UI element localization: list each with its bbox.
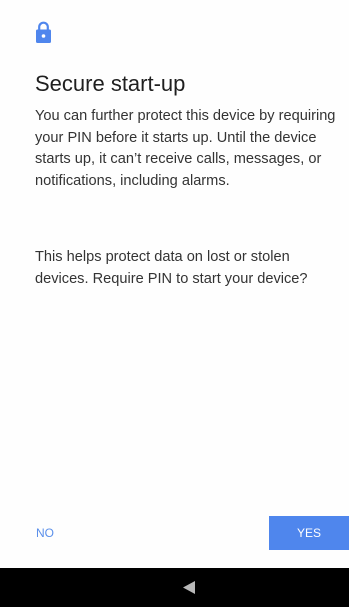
secure-startup-screen: Secure start-up You can further protect … — [0, 0, 349, 607]
question-paragraph: This helps protect data on lost or stole… — [35, 249, 308, 287]
back-icon[interactable] — [183, 581, 195, 594]
no-button[interactable]: NO — [24, 516, 66, 550]
lock-icon — [36, 21, 51, 43]
page-title: Secure start-up — [35, 71, 186, 96]
description-paragraph: You can further protect this device by r… — [35, 108, 336, 189]
yes-button[interactable]: YES — [269, 516, 349, 550]
navigation-bar — [0, 568, 349, 607]
